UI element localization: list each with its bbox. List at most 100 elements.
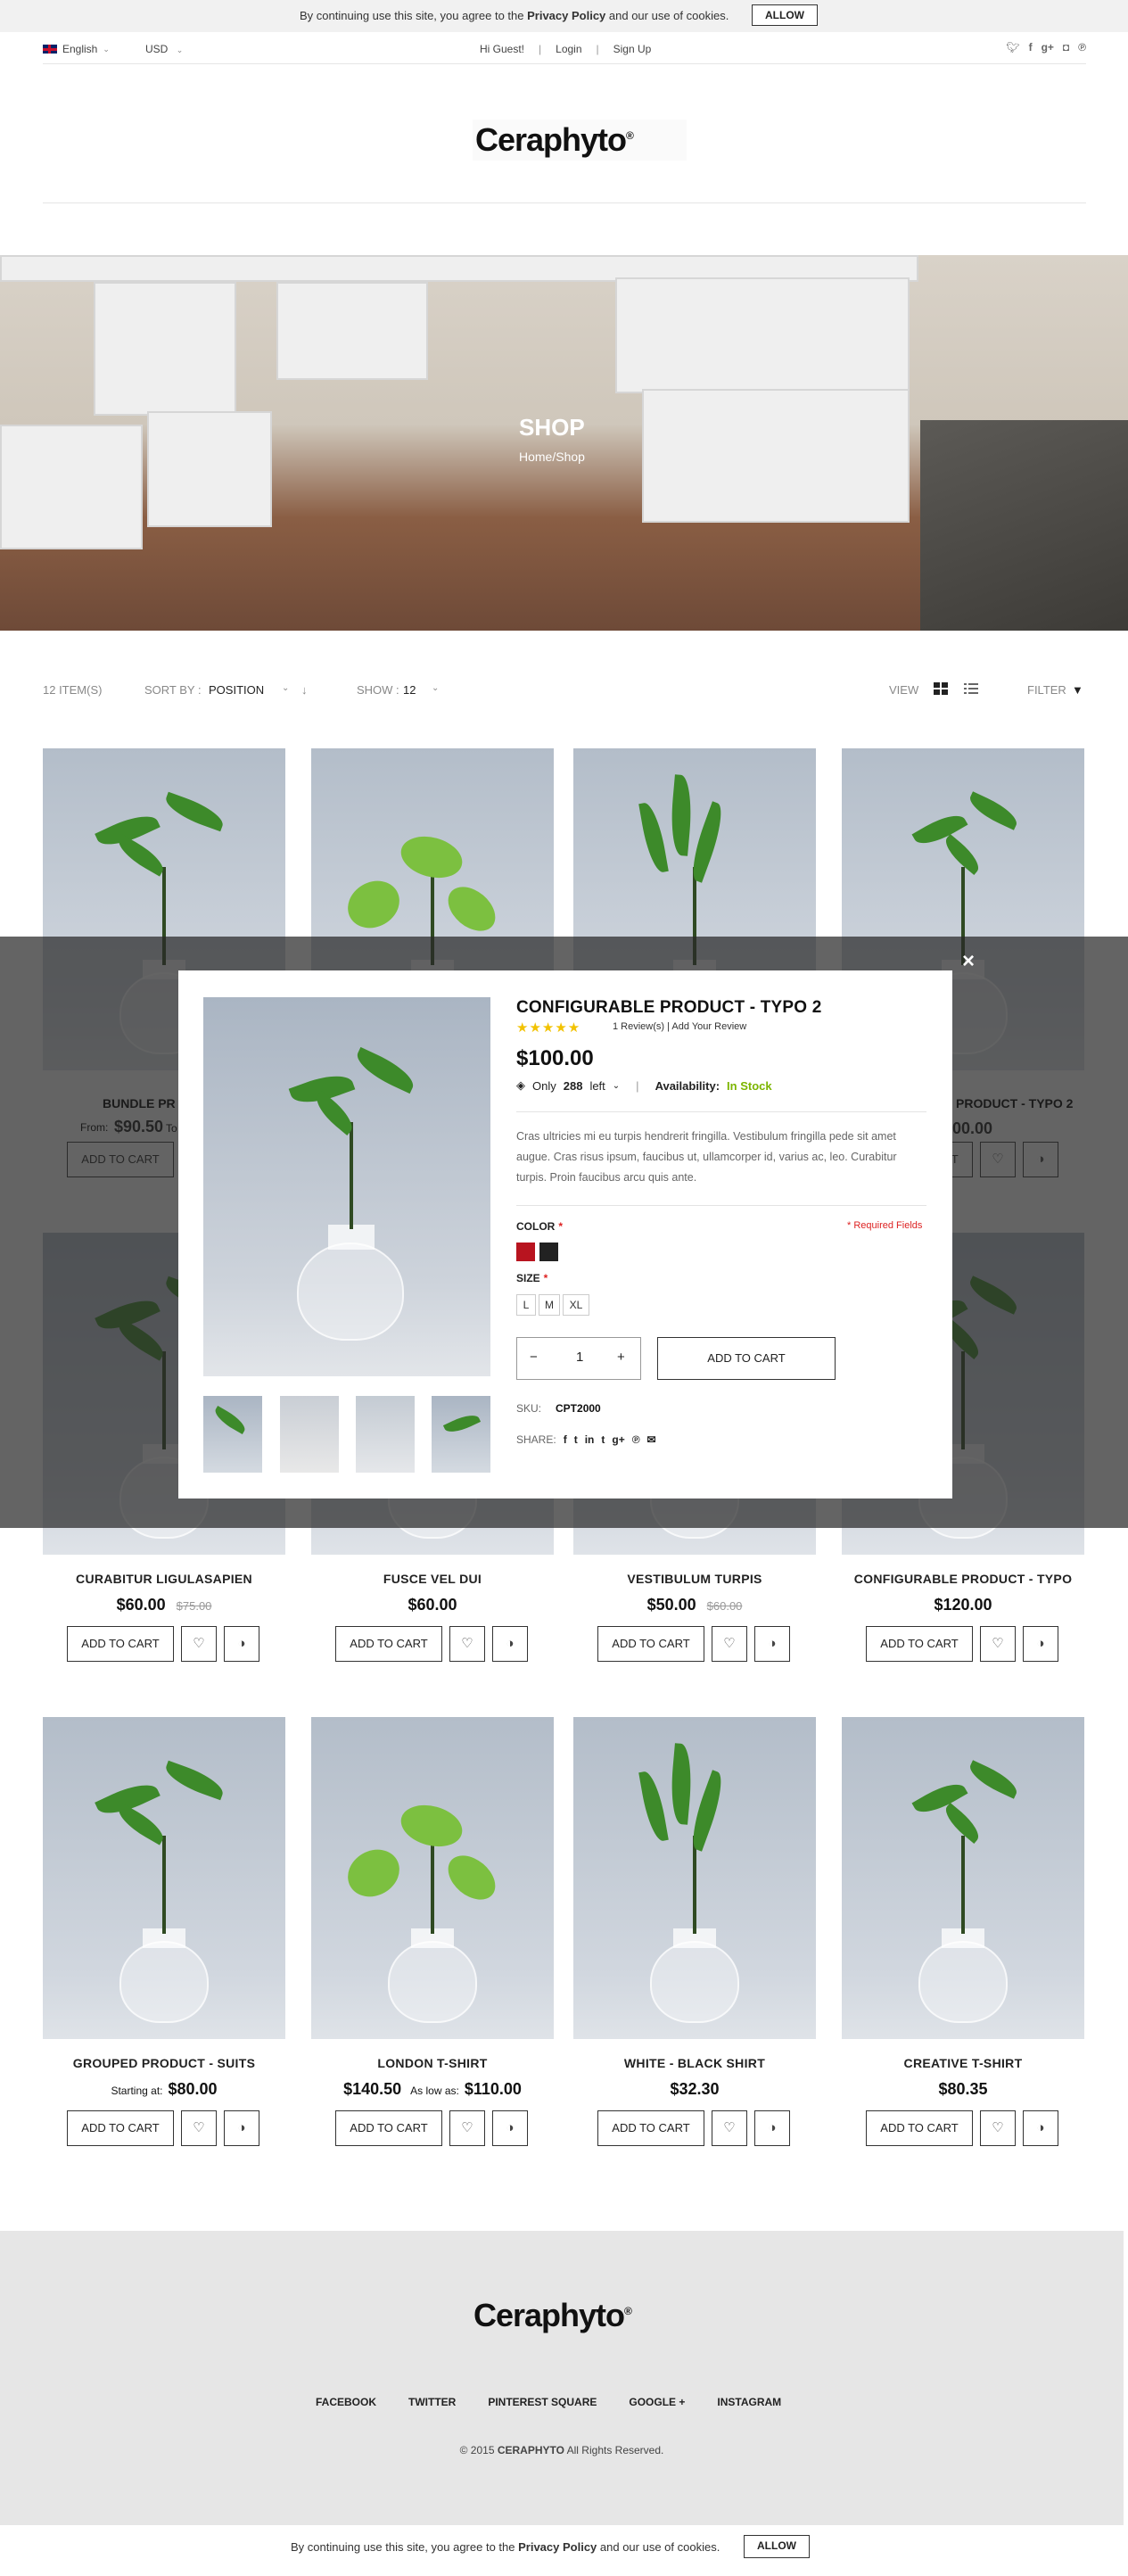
linkedin-icon[interactable]: in: [585, 1433, 595, 1446]
product-image[interactable]: [311, 1717, 554, 2039]
footer-logo[interactable]: Ceraphyto®: [473, 2297, 632, 2334]
compare-icon[interactable]: ◑: [754, 2110, 790, 2146]
privacy-policy-link[interactable]: Privacy Policy: [518, 2540, 597, 2554]
product-card[interactable]: LONDON T-SHIRT $140.50 As low as: $110.00 AD…: [311, 1717, 554, 2146]
color-swatch-black[interactable]: [539, 1243, 558, 1261]
logo-registered-mark: ®: [624, 2305, 632, 2317]
tumblr-icon[interactable]: t: [601, 1433, 605, 1446]
sort-select[interactable]: POSITION: [209, 683, 264, 697]
allow-cookies-button[interactable]: ALLOW: [744, 2535, 810, 2558]
twitter-icon[interactable]: 🐦︎: [1006, 41, 1019, 54]
compare-icon[interactable]: ◑: [224, 2110, 259, 2146]
size-option-xl[interactable]: XL: [563, 1294, 589, 1316]
compare-icon[interactable]: ◑: [1023, 2110, 1058, 2146]
google-plus-icon[interactable]: g+: [612, 1433, 624, 1446]
product-name[interactable]: WHITE - BLACK SHIRT: [573, 2056, 816, 2070]
thumbnail-1[interactable]: [203, 1396, 262, 1473]
plus-button[interactable]: +: [617, 1350, 625, 1365]
product-name[interactable]: VESTIBULUM TURPIS: [573, 1572, 816, 1586]
list-view-icon[interactable]: [964, 682, 978, 695]
minus-button[interactable]: −: [530, 1350, 538, 1365]
sort-direction-icon[interactable]: ↓: [301, 683, 308, 697]
google-plus-icon[interactable]: g+: [1042, 41, 1054, 54]
email-icon[interactable]: ✉: [647, 1433, 656, 1446]
filter-icon[interactable]: ▼: [1072, 683, 1083, 697]
heart-icon[interactable]: ♡: [980, 1626, 1016, 1662]
thumbnail-3[interactable]: [356, 1396, 415, 1473]
product-image[interactable]: [573, 1717, 816, 2039]
uk-flag-icon: [43, 45, 57, 54]
price-value: $80.35: [938, 2080, 988, 2098]
product-name[interactable]: FUSCE VEL DUI: [311, 1572, 554, 1586]
signup-link[interactable]: Sign Up: [613, 43, 652, 55]
product-name[interactable]: LONDON T-SHIRT: [311, 2056, 554, 2070]
privacy-policy-link[interactable]: Privacy Policy: [527, 9, 605, 22]
filter-button[interactable]: FILTER: [1027, 683, 1066, 697]
product-name[interactable]: CURABITUR LIGULASAPIEN: [43, 1572, 285, 1586]
footer-link-instagram[interactable]: INSTAGRAM: [717, 2396, 781, 2408]
quantity-input[interactable]: 1: [576, 1350, 583, 1365]
product-name[interactable]: GROUPED PRODUCT - SUITS: [43, 2056, 285, 2070]
login-link[interactable]: Login: [556, 43, 581, 55]
site-logo[interactable]: Ceraphyto®: [475, 121, 634, 159]
heart-icon[interactable]: ♡: [449, 2110, 485, 2146]
thumbnail-4[interactable]: [432, 1396, 490, 1473]
add-to-cart-button[interactable]: ADD TO CART: [335, 2110, 442, 2146]
chevron-down-icon[interactable]: ⌄: [613, 1081, 620, 1091]
heart-icon[interactable]: ♡: [712, 2110, 747, 2146]
compare-icon[interactable]: ◑: [1023, 1626, 1058, 1662]
heart-icon[interactable]: ♡: [712, 1626, 747, 1662]
add-to-cart-button[interactable]: ADD TO CART: [657, 1337, 836, 1380]
currency-switcher[interactable]: USD ⌄: [145, 43, 183, 55]
facebook-icon[interactable]: f: [564, 1433, 567, 1446]
product-card[interactable]: CREATIVE T-SHIRT $80.35 ADD TO CART ♡ ◑: [842, 1717, 1084, 2146]
facebook-icon[interactable]: f: [1029, 41, 1033, 54]
chevron-down-icon[interactable]: ⌄: [282, 683, 289, 693]
footer-link-twitter[interactable]: TWITTER: [408, 2396, 456, 2408]
leaf-shape: [396, 1798, 467, 1854]
language-switcher[interactable]: English ⌄: [43, 43, 110, 55]
show-select[interactable]: 12: [403, 683, 416, 697]
chevron-down-icon[interactable]: ⌄: [432, 683, 439, 693]
footer-link-pinterest[interactable]: PINTEREST SQUARE: [488, 2396, 597, 2408]
product-image[interactable]: [43, 1717, 285, 2039]
close-icon[interactable]: ×: [962, 949, 975, 974]
size-option-l[interactable]: L: [516, 1294, 536, 1316]
product-description: Cras ultricies mi eu turpis hendrerit fr…: [516, 1130, 897, 1184]
color-swatch-red[interactable]: [516, 1243, 535, 1261]
add-to-cart-button[interactable]: ADD TO CART: [67, 1626, 174, 1662]
reviews-link[interactable]: 1 Review(s) | Add Your Review: [613, 1021, 746, 1032]
jar-shape: [650, 1941, 739, 2023]
compare-icon[interactable]: ◑: [224, 1626, 259, 1662]
product-card[interactable]: WHITE - BLACK SHIRT $32.30 ADD TO CART ♡ ◑: [573, 1717, 816, 2146]
compare-icon[interactable]: ◑: [492, 1626, 528, 1662]
allow-cookies-button[interactable]: ALLOW: [752, 4, 818, 26]
heart-icon[interactable]: ♡: [449, 1626, 485, 1662]
twitter-icon[interactable]: t: [574, 1433, 578, 1446]
heart-icon[interactable]: ♡: [181, 2110, 217, 2146]
add-to-cart-button[interactable]: ADD TO CART: [866, 1626, 973, 1662]
pinterest-icon[interactable]: ℗: [632, 1433, 640, 1446]
product-card[interactable]: GROUPED PRODUCT - SUITS Starting at: $80.0…: [43, 1717, 285, 2146]
cookie-suffix: and our use of cookies.: [605, 9, 729, 22]
product-name[interactable]: CONFIGURABLE PRODUCT - TYPO: [842, 1572, 1084, 1586]
add-to-cart-button[interactable]: ADD TO CART: [597, 2110, 704, 2146]
add-to-cart-button[interactable]: ADD TO CART: [335, 1626, 442, 1662]
add-to-cart-button[interactable]: ADD TO CART: [67, 2110, 174, 2146]
heart-icon[interactable]: ♡: [181, 1626, 217, 1662]
add-to-cart-button[interactable]: ADD TO CART: [597, 1626, 704, 1662]
footer-link-facebook[interactable]: FACEBOOK: [316, 2396, 376, 2408]
product-name[interactable]: CREATIVE T-SHIRT: [842, 2056, 1084, 2070]
pinterest-icon[interactable]: ℗: [1078, 41, 1086, 54]
stack-icon: ◈: [516, 1078, 525, 1092]
heart-icon[interactable]: ♡: [980, 2110, 1016, 2146]
footer-link-google-plus[interactable]: GOOGLE +: [629, 2396, 685, 2408]
add-to-cart-button[interactable]: ADD TO CART: [866, 2110, 973, 2146]
compare-icon[interactable]: ◑: [754, 1626, 790, 1662]
instagram-icon[interactable]: ◘: [1063, 41, 1069, 54]
compare-icon[interactable]: ◑: [492, 2110, 528, 2146]
grid-view-icon[interactable]: [934, 682, 948, 695]
size-option-m[interactable]: M: [539, 1294, 560, 1316]
product-image[interactable]: [842, 1717, 1084, 2039]
thumbnail-2[interactable]: [280, 1396, 339, 1473]
